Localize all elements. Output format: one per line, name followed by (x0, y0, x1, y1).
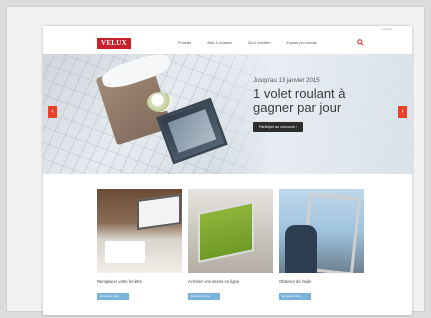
installer-person-shape (285, 225, 317, 273)
carousel-prev-arrow[interactable]: ‹ (48, 106, 57, 118)
nav-item-espace-pro[interactable]: Espace pro monde (287, 41, 317, 45)
window-glass (167, 109, 217, 153)
search-icon[interactable] (357, 39, 364, 46)
nav-item-produits[interactable]: Produits (178, 41, 191, 45)
cup-image (147, 92, 173, 112)
card-more-button[interactable]: En savoir plus (279, 293, 311, 300)
card-image-green-blind[interactable] (188, 189, 273, 273)
hero-title-line-1: 1 volet roulant à (253, 86, 346, 101)
participate-button[interactable]: Participer au concours › (253, 122, 303, 132)
card-replace-window[interactable]: Remplacer votre fenêtre En savoir plus (97, 189, 182, 302)
hero-date: Jusqu'au 13 janvier 2015 (253, 78, 320, 84)
green-blind-shape (198, 201, 254, 263)
feature-cards: Remplacer votre fenêtre En savoir plus A… (97, 189, 364, 302)
card-more-button[interactable]: En savoir plus (97, 293, 129, 300)
card-title: Remplacer votre fenêtre (97, 279, 142, 284)
main-navigation: VELUX Produits Aide & conseils Où & comb… (43, 32, 412, 55)
velux-logo[interactable]: VELUX (97, 38, 131, 49)
hero-title-line-2: gagner par jour (253, 100, 342, 115)
card-image-installer[interactable] (279, 189, 364, 273)
nav-item-ou[interactable]: Où & combien (248, 41, 271, 45)
bathtub-shape (105, 241, 145, 263)
webpage: Contact VELUX Produits Aide & conseils O… (43, 26, 412, 315)
nav-item-aide[interactable]: Aide & conseils (207, 41, 232, 45)
card-title: Obtenez de l'aide (279, 279, 312, 284)
hero-text-block: Jusqu'au 13 janvier 2015 1 volet roulant… (253, 78, 346, 133)
card-more-button[interactable]: En savoir plus (188, 293, 220, 300)
card-get-help[interactable]: Obtenez de l'aide En savoir plus (279, 189, 364, 302)
carousel-next-arrow[interactable]: › (398, 106, 407, 118)
hero-banner: Jusqu'au 13 janvier 2015 1 volet roulant… (43, 54, 412, 174)
card-title: Achetez vos stores en ligne (188, 279, 240, 284)
nav-menu: Produits Aide & conseils Où & combien Es… (178, 41, 317, 45)
top-mini-link[interactable]: Contact (382, 27, 392, 31)
card-buy-blinds[interactable]: Achetez vos stores en ligne En savoir pl… (188, 189, 273, 302)
roof-window-shape (137, 193, 181, 231)
card-image-attic-room[interactable] (97, 189, 182, 273)
